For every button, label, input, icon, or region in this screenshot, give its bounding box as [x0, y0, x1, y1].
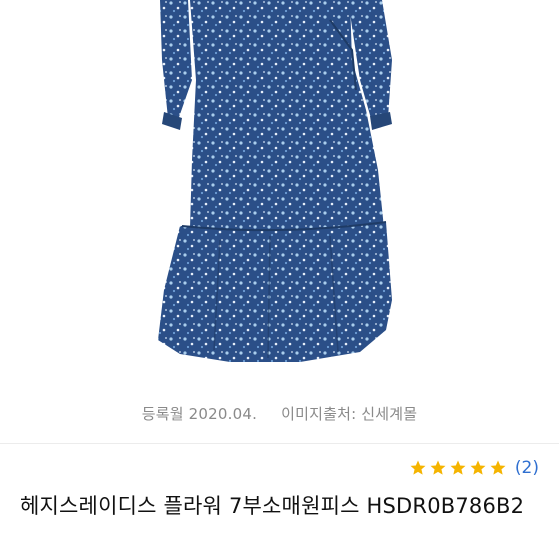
star-icon [490, 460, 506, 475]
image-source: 이미지출처: 신세계몰 [281, 405, 418, 423]
star-icon [450, 460, 466, 475]
star-icon [470, 460, 486, 475]
product-title: 헤지스레이디스 플라워 7부소매원피스 HSDR0B786B2 [20, 494, 525, 518]
dress-photo [158, 0, 392, 362]
registered-date: 등록월 2020.04. [141, 405, 258, 423]
divider [0, 443, 559, 444]
review-count-link[interactable]: (2) [515, 458, 539, 478]
image-meta: 등록월 2020.04. 이미지출처: 신세계몰 [0, 403, 559, 424]
rating[interactable]: (2) [409, 458, 539, 478]
star-icon [410, 460, 426, 475]
product-image[interactable] [0, 0, 559, 385]
star-icon [430, 460, 446, 475]
